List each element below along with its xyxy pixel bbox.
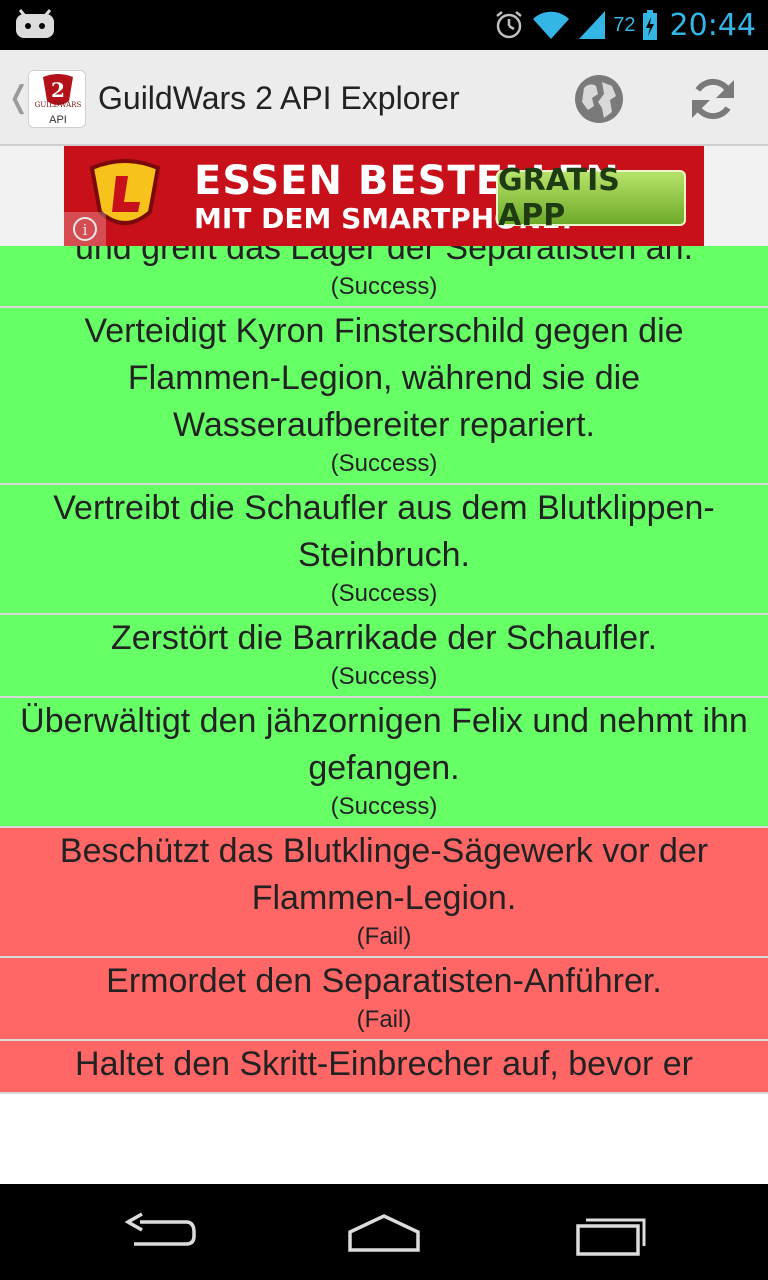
event-description: Beschützt das Blutklinge-Sägewerk vor de…: [59, 832, 709, 917]
event-status: (Fail): [356, 1006, 412, 1033]
event-list[interactable]: und greift das Lager der Separatisten an…: [0, 246, 768, 1184]
list-item[interactable]: Ermordet den Separatisten-Anführer. (Fai…: [0, 958, 768, 1041]
status-bar: 72 20:44: [0, 0, 768, 50]
event-description: Ermordet den Separatisten-Anführer.: [106, 962, 662, 1000]
event-description: Verteidigt Kyron Finsterschild gegen die…: [84, 312, 684, 444]
event-status: (Success): [330, 273, 438, 300]
list-item[interactable]: Verteidigt Kyron Finsterschild gegen die…: [0, 308, 768, 485]
refresh-icon[interactable]: [686, 72, 740, 126]
event-description: Zerstört die Barrikade der Schaufler.: [110, 619, 658, 657]
event-status: (Success): [330, 663, 438, 690]
ad-info-icon[interactable]: i: [64, 212, 106, 246]
alarm-icon: [496, 11, 523, 39]
home-icon[interactable]: [344, 1208, 424, 1258]
back-icon[interactable]: [120, 1208, 200, 1258]
list-item[interactable]: Vertreibt die Schaufler aus dem Blutklip…: [0, 485, 768, 615]
app-title: GuildWars 2 API Explorer: [98, 80, 460, 116]
logo-text-top: GUILDWARS: [35, 101, 82, 109]
battery-percent: 72: [613, 13, 636, 36]
list-item[interactable]: Haltet den Skritt-Einbrecher auf, bevor …: [0, 1041, 768, 1094]
wifi-icon: [533, 11, 570, 39]
clock: 20:44: [669, 7, 756, 43]
event-description: Haltet den Skritt-Einbrecher auf, bevor …: [75, 1045, 693, 1083]
event-status: (Fail): [356, 923, 412, 950]
event-description: Überwältigt den jähzornigen Felix und ne…: [20, 702, 748, 787]
battery-charging-icon: [642, 10, 657, 40]
event-description: Vertreibt die Schaufler aus dem Blutklip…: [53, 489, 715, 574]
recent-apps-icon[interactable]: [570, 1208, 650, 1258]
event-status: (Success): [330, 450, 438, 477]
svg-text:i: i: [83, 221, 88, 239]
action-bar: ❬ 2 GUILDWARS API GuildWars 2 API Explor…: [0, 50, 768, 146]
navigation-bar: [0, 1184, 768, 1280]
svg-text:2: 2: [51, 78, 65, 102]
app-logo[interactable]: 2 GUILDWARS API: [28, 70, 86, 128]
event-status: (Success): [330, 580, 438, 607]
cyanogenmod-bugdroid-icon: [16, 9, 54, 38]
ad-cta-button[interactable]: GRATIS APP: [496, 163, 686, 233]
list-item[interactable]: Zerstört die Barrikade der Schaufler. (S…: [0, 615, 768, 698]
ad-area: ESSEN BESTELLEN MIT DEM SMARTPHONE! GRAT…: [0, 146, 768, 246]
list-item[interactable]: und greift das Lager der Separatisten an…: [0, 246, 768, 308]
list-item[interactable]: Beschützt das Blutklinge-Sägewerk vor de…: [0, 828, 768, 958]
guildwars-logo-icon: 2 GUILDWARS API: [29, 71, 85, 127]
ad-banner[interactable]: ESSEN BESTELLEN MIT DEM SMARTPHONE! GRAT…: [64, 146, 704, 246]
signal-icon: [579, 11, 606, 39]
list-item[interactable]: Überwältigt den jähzornigen Felix und ne…: [0, 698, 768, 828]
event-status: (Success): [330, 793, 438, 820]
logo-text-bottom: API: [49, 114, 67, 126]
globe-icon[interactable]: [572, 72, 626, 126]
event-description: und greift das Lager der Separatisten an…: [74, 246, 694, 267]
